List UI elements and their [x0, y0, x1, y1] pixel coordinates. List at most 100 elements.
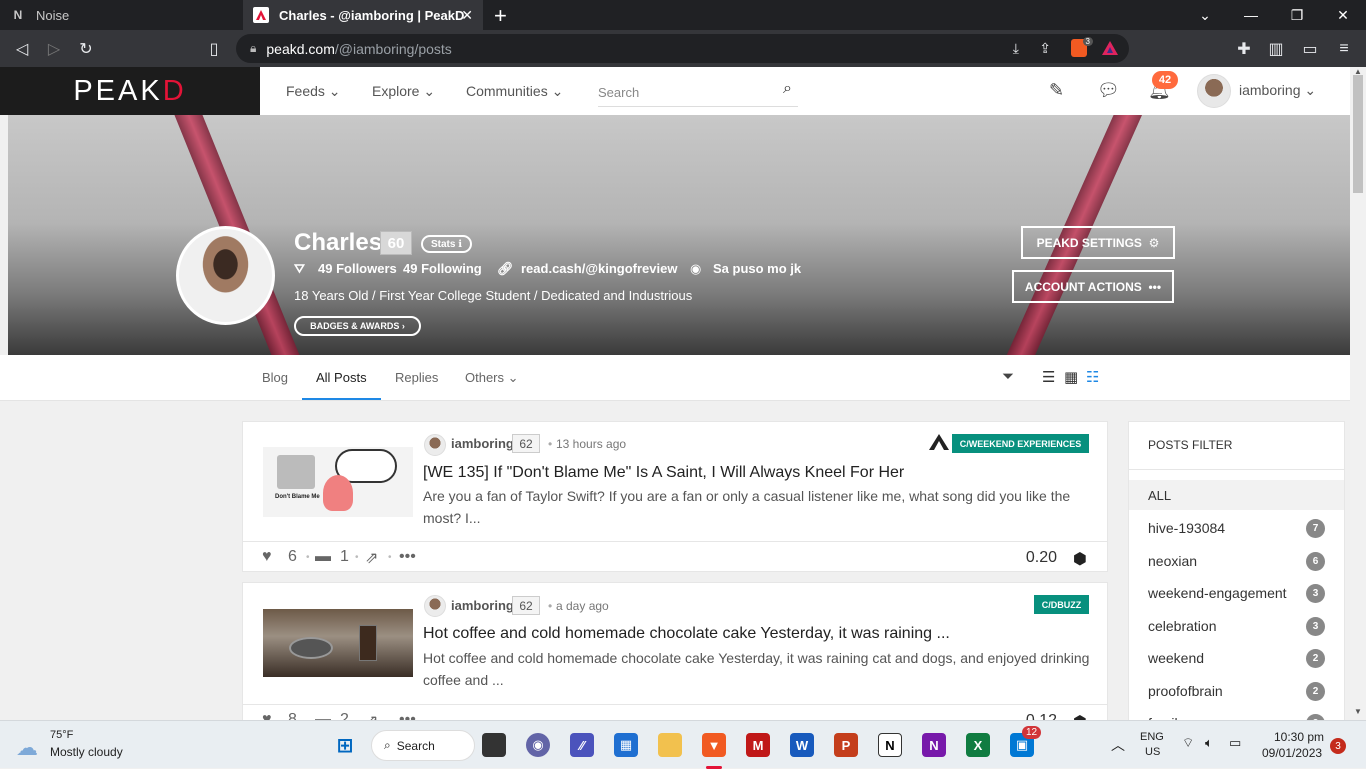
- user-menu[interactable]: iamboring ⌄: [1239, 82, 1316, 99]
- community-badge[interactable]: C/WEEKEND EXPERIENCES: [952, 434, 1089, 453]
- notion-icon[interactable]: N: [878, 733, 902, 757]
- browser-tab-peakd[interactable]: Charles - @iamboring | PeakD ✕: [243, 0, 483, 30]
- word-icon[interactable]: W: [790, 733, 814, 757]
- tab-others[interactable]: Others ⌄: [465, 370, 519, 386]
- clock-time[interactable]: 10:30 pm: [1274, 730, 1324, 744]
- nav-explore[interactable]: Explore ⌄: [372, 83, 435, 100]
- bookmark-icon[interactable]: ▯: [198, 30, 230, 67]
- filter-item[interactable]: celebration: [1148, 618, 1217, 634]
- post-thumbnail[interactable]: Don't Blame Me: [263, 447, 413, 517]
- website-link[interactable]: read.cash/@kingofreview: [521, 261, 677, 276]
- compact-view-icon[interactable]: ☷: [1086, 368, 1099, 386]
- filter-item[interactable]: weekend-engagement: [1148, 585, 1287, 601]
- tab-blog[interactable]: Blog: [262, 370, 288, 385]
- post-payout[interactable]: 0.20: [1026, 549, 1057, 567]
- window-close-icon[interactable]: ✕: [1320, 0, 1366, 30]
- excel-icon[interactable]: X: [966, 733, 990, 757]
- stats-button[interactable]: Stats ℹ: [421, 235, 472, 253]
- pencil-icon[interactable]: ✎: [1049, 80, 1064, 101]
- following-link[interactable]: 49 Following: [403, 261, 482, 276]
- notification-center-badge[interactable]: 3: [1330, 738, 1346, 754]
- page-scrollbar[interactable]: ▲ ▼: [1350, 67, 1366, 720]
- vote-count[interactable]: 6: [288, 548, 297, 566]
- teams-chat-icon[interactable]: ◉: [526, 733, 550, 757]
- post-time[interactable]: 13 hours ago: [556, 437, 626, 451]
- extensions-icon[interactable]: ✚: [1228, 30, 1260, 67]
- post-time[interactable]: a day ago: [556, 599, 609, 613]
- new-tab-plus-icon[interactable]: +: [494, 3, 507, 29]
- app-icon[interactable]: ⁄⁄: [570, 733, 594, 757]
- file-explorer-icon[interactable]: [658, 733, 682, 757]
- heart-icon[interactable]: ♥: [262, 548, 272, 566]
- volume-icon[interactable]: 🔈︎: [1205, 735, 1213, 751]
- tab-replies[interactable]: Replies: [395, 370, 438, 385]
- peakd-settings-button[interactable]: PEAKD SETTINGS ⚙: [1021, 226, 1175, 259]
- menu-icon[interactable]: ≡: [1328, 30, 1360, 67]
- author-avatar[interactable]: [424, 434, 446, 456]
- browser-tab-noise[interactable]: N Noise: [0, 0, 243, 30]
- post-card[interactable]: iamboring 62 • a day ago C/DBUZZ Hot cof…: [242, 582, 1108, 731]
- post-excerpt[interactable]: Hot coffee and cold homemade chocolate c…: [423, 647, 1093, 691]
- chat-icon[interactable]: 💬︎: [1097, 80, 1120, 101]
- clock-date[interactable]: 09/01/2023: [1262, 746, 1322, 760]
- filter-item-all[interactable]: ALL: [1129, 480, 1344, 510]
- share-icon[interactable]: ⇪: [1039, 40, 1051, 57]
- powerpoint-icon[interactable]: P: [834, 733, 858, 757]
- more-icon[interactable]: •••: [399, 548, 416, 566]
- post-title[interactable]: [WE 135] If "Don't Blame Me" Is A Saint,…: [423, 464, 904, 482]
- filter-item[interactable]: neoxian: [1148, 553, 1197, 569]
- tray-chevron-icon[interactable]: ︿: [1111, 735, 1125, 755]
- filter-item[interactable]: hive-193084: [1148, 520, 1225, 536]
- comment-count[interactable]: 1: [340, 548, 349, 566]
- maximize-icon[interactable]: ❐: [1274, 0, 1320, 30]
- post-title[interactable]: Hot coffee and cold homemade chocolate c…: [423, 625, 950, 643]
- nav-communities[interactable]: Communities ⌄: [466, 83, 563, 100]
- nav-feeds[interactable]: Feeds ⌄: [286, 83, 341, 100]
- task-view-icon[interactable]: [482, 733, 506, 757]
- filter-item[interactable]: proofofbrain: [1148, 683, 1223, 699]
- post-author[interactable]: iamboring: [451, 436, 514, 451]
- community-badge[interactable]: C/DBUZZ: [1034, 595, 1089, 614]
- list-view-icon[interactable]: ☰: [1042, 368, 1055, 386]
- brave-rewards-icon[interactable]: [1101, 39, 1119, 60]
- sidebar-icon[interactable]: ▥: [1260, 30, 1292, 67]
- back-icon[interactable]: ◁: [6, 30, 38, 67]
- reload-icon[interactable]: ↻: [70, 30, 102, 67]
- search-input[interactable]: Search: [598, 79, 798, 107]
- language-indicator[interactable]: ENG: [1140, 731, 1164, 743]
- avatar[interactable]: [1197, 74, 1231, 108]
- onenote-icon[interactable]: N: [922, 733, 946, 757]
- author-avatar[interactable]: [424, 595, 446, 617]
- post-thumbnail[interactable]: [263, 609, 413, 677]
- brave-browser-icon[interactable]: ▼: [702, 733, 726, 757]
- post-excerpt[interactable]: Are you a fan of Taylor Swift? If you ar…: [423, 485, 1093, 529]
- windows-start-icon[interactable]: ⊞: [333, 733, 357, 757]
- taskbar-search[interactable]: ⌕ Search: [371, 730, 475, 761]
- scroll-down-icon[interactable]: ▼: [1354, 707, 1362, 716]
- profile-avatar[interactable]: [176, 226, 275, 325]
- reblog-icon[interactable]: ⇗: [365, 548, 378, 568]
- install-app-icon[interactable]: ⤓: [1013, 40, 1019, 57]
- tab-close-icon[interactable]: ✕: [461, 7, 473, 24]
- minimize-icon[interactable]: —: [1228, 0, 1274, 30]
- wifi-icon[interactable]: ⌔: [1182, 735, 1194, 751]
- tab-search-chevron-icon[interactable]: ⌄: [1182, 0, 1228, 30]
- tab-all-posts[interactable]: All Posts: [316, 370, 367, 385]
- filter-icon[interactable]: ⏷: [1002, 368, 1014, 385]
- followers-link[interactable]: 49 Followers: [318, 261, 397, 276]
- post-card[interactable]: Don't Blame Me iamboring 62 • 13 hours a…: [242, 421, 1108, 572]
- badges-awards-button[interactable]: BADGES & AWARDS ›: [294, 316, 421, 336]
- filter-item[interactable]: weekend: [1148, 650, 1204, 666]
- post-author[interactable]: iamboring: [451, 598, 514, 613]
- comment-icon[interactable]: ▬: [315, 548, 331, 566]
- search-icon[interactable]: ⌕: [783, 80, 792, 98]
- wallet-icon[interactable]: ▭: [1294, 30, 1326, 67]
- forward-icon[interactable]: ▷: [38, 30, 70, 67]
- address-bar[interactable]: 🔒︎ peakd.com /@iamboring/posts ⤓ ⇪ 3: [236, 34, 1129, 63]
- store-icon[interactable]: ▦: [614, 733, 638, 757]
- account-actions-button[interactable]: ACCOUNT ACTIONS •••: [1012, 270, 1174, 303]
- scrollbar-thumb[interactable]: [1353, 75, 1363, 193]
- grid-view-icon[interactable]: ▦: [1064, 368, 1078, 386]
- peakd-logo[interactable]: PE A K D: [0, 67, 260, 115]
- mcafee-icon[interactable]: M: [746, 733, 770, 757]
